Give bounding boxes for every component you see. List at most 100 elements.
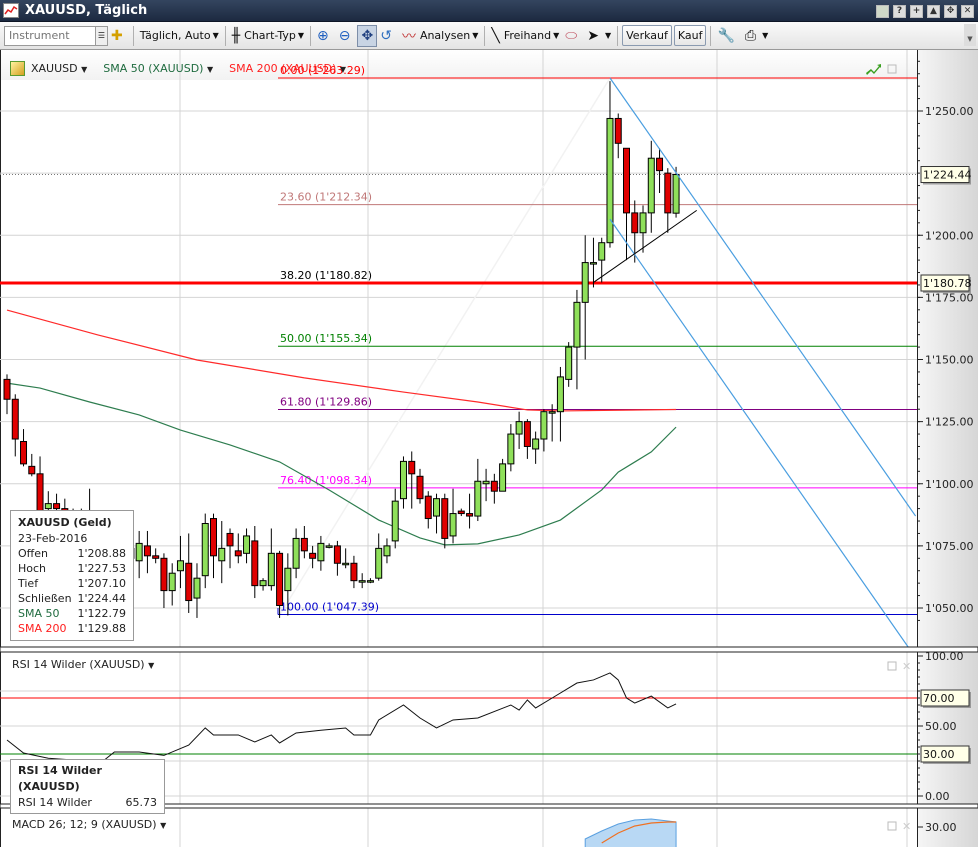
macd-tick-label: 30.00: [925, 821, 957, 834]
divider: [310, 25, 311, 46]
add-instrument-button[interactable]: ✚: [108, 25, 130, 47]
candle-up: [606, 117, 614, 244]
close-value: 1'224.44: [77, 592, 126, 605]
new-window-icon[interactable]: +: [910, 5, 923, 18]
candle-up: [284, 567, 292, 592]
candle-down: [11, 398, 19, 440]
help-icon[interactable]: ?: [893, 5, 906, 18]
candle-down: [408, 460, 416, 475]
candle-down: [276, 552, 284, 607]
restore-icon[interactable]: [876, 5, 889, 18]
candle-down: [631, 212, 639, 234]
chevron-down-icon: ▼: [81, 65, 88, 74]
chevron-down-icon: ▼: [206, 65, 214, 74]
rsi-level-label-text: 30.00: [923, 748, 955, 761]
period-dropdown[interactable]: Täglich, Auto ▼: [137, 25, 222, 47]
rsi-tooltip-label: RSI 14 Wilder: [18, 796, 92, 809]
line-tool-icon: ╲: [491, 27, 500, 44]
chart-settings-button[interactable]: 🔧: [714, 25, 741, 47]
candle-up: [176, 560, 184, 572]
cursor-dropdown[interactable]: ➤ ▼: [584, 25, 614, 47]
candle-down: [143, 545, 151, 557]
main-legend: XAUUSD ▼ SMA 50 (XAUUSD) ▼ SMA 200 (XAUU…: [10, 61, 346, 76]
rsi-legend[interactable]: RSI 14 Wilder (XAUUSD) ▼: [12, 658, 154, 671]
sma50-legend[interactable]: SMA 50 (XAUUSD) ▼: [103, 62, 213, 75]
maximize-icon[interactable]: ✥: [944, 5, 957, 18]
freihand-dropdown[interactable]: ╲ Freihand ▼: [488, 25, 562, 47]
macd-legend[interactable]: MACD 26; 12; 9 (XAUUSD) ▼: [12, 818, 166, 831]
low-value: 1'207.10: [77, 577, 126, 590]
high-value: 1'227.53: [77, 562, 126, 575]
chevron-down-icon: ▼: [553, 31, 560, 40]
candle-up: [259, 580, 267, 587]
undo-button[interactable]: ↺: [377, 25, 399, 47]
fib-level-label: 76.40 (1'098.34): [280, 474, 372, 487]
analysen-dropdown[interactable]: 〰 Analysen ▼: [399, 25, 481, 47]
price-tick-label: 1'250.00: [925, 105, 974, 118]
macd-legend-label: MACD 26; 12; 9 (XAUUSD): [12, 818, 157, 831]
candle-down: [309, 552, 317, 559]
rsi-tick-label: 50.00: [925, 720, 957, 733]
print-icon: ⎙: [744, 27, 757, 44]
rsi-tooltip-title: RSI 14 Wilder (XAUUSD): [18, 764, 102, 793]
candle-up: [399, 460, 407, 500]
instrument-list-icon[interactable]: ☰: [96, 25, 108, 46]
toolbar-scroll-button[interactable]: ▼: [964, 24, 976, 46]
period-label: Täglich, Auto: [139, 29, 211, 42]
candle-down: [457, 510, 465, 515]
price-tick-label: 1'200.00: [925, 229, 974, 242]
instrument-legend[interactable]: XAUUSD ▼: [31, 62, 87, 75]
settings-wrench-icon: 🔧: [717, 27, 735, 44]
candle-up: [507, 433, 515, 465]
candle-down: [656, 157, 664, 172]
candle-up: [598, 242, 606, 261]
fib-level-label: 38.20 (1'180.82): [280, 269, 372, 282]
price-tick-label: 1'075.00: [925, 540, 974, 553]
chart-canvas[interactable]: 0.00 (1'263.29)23.60 (1'212.34)38.20 (1'…: [0, 50, 978, 847]
divider: [132, 25, 134, 46]
chevron-down-icon: ▼: [212, 31, 219, 40]
close-label: Schließen: [18, 592, 72, 605]
fib-level-label: 61.80 (1'129.86): [280, 396, 372, 409]
sma200-tip-value: 1'129.88: [77, 622, 126, 635]
chevron-down-icon: ▼: [472, 31, 479, 40]
low-label: Tief: [18, 577, 39, 590]
sell-button[interactable]: Verkauf: [622, 25, 672, 46]
eraser-button[interactable]: ⬭: [562, 25, 584, 47]
candle-up: [317, 542, 325, 562]
minimize-icon[interactable]: ▲: [927, 5, 940, 18]
level-price-label-text: 1'180.78: [923, 277, 972, 290]
divider: [617, 25, 619, 46]
buy-button[interactable]: Kauf: [673, 25, 707, 46]
candle-up: [342, 562, 350, 566]
macd-close-icon[interactable]: ✕: [902, 820, 911, 833]
candle-down: [185, 562, 193, 602]
candle-up: [573, 301, 581, 348]
candle-down: [424, 495, 432, 520]
candle-up: [499, 463, 507, 492]
candle-up: [375, 547, 383, 579]
print-dropdown[interactable]: ⎙ ▼: [742, 25, 771, 47]
candle-up: [548, 411, 556, 414]
price-tick-label: 1'125.00: [925, 416, 974, 429]
fib-level-label: 100.00 (1'047.39): [280, 600, 379, 613]
candle-down: [441, 498, 449, 539]
instrument-input[interactable]: [4, 25, 96, 46]
rsi-close-icon[interactable]: ✕: [902, 660, 911, 673]
sma200-legend[interactable]: SMA 200 (XAUUSD) ▼: [229, 62, 346, 75]
rsi-level-label-text: 70.00: [923, 692, 955, 705]
candle-down: [53, 503, 61, 510]
zoom-in-icon: ⊕: [317, 27, 329, 44]
price-tick-label: 1'050.00: [925, 602, 974, 615]
divider: [224, 25, 226, 46]
chart-type-dropdown[interactable]: ╫ Chart-Typ ▼: [229, 25, 307, 47]
analysis-icon: 〰: [401, 28, 416, 45]
zoom-out-button[interactable]: ⊖: [336, 25, 358, 47]
pan-button[interactable]: ✥: [357, 24, 378, 47]
chart-type-label: Chart-Typ: [244, 29, 296, 42]
panel-separator[interactable]: [0, 646, 978, 653]
high-label: Hoch: [18, 562, 47, 575]
zoom-in-button[interactable]: ⊕: [314, 25, 336, 47]
candle-up: [243, 535, 251, 554]
close-icon[interactable]: ✕: [961, 5, 974, 18]
